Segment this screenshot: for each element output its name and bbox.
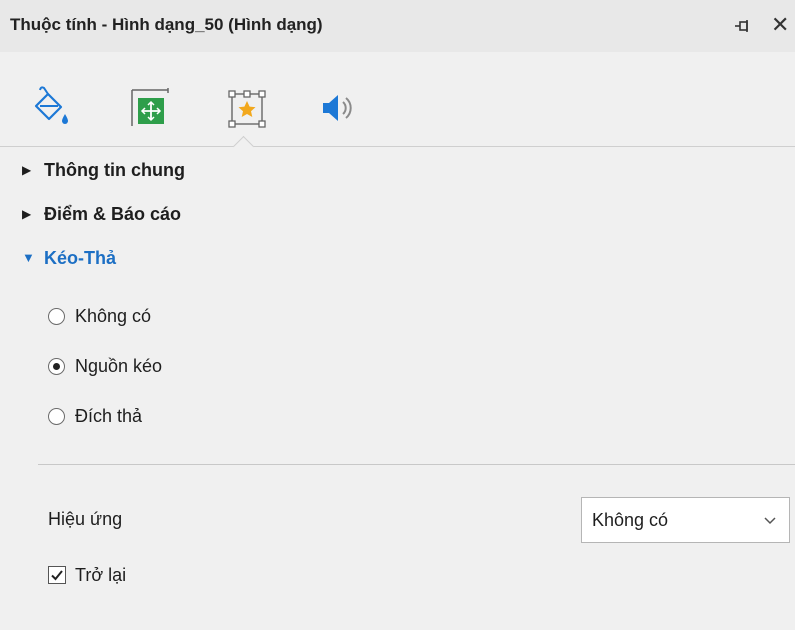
tab-divider bbox=[0, 146, 795, 147]
radio-button[interactable] bbox=[48, 308, 65, 325]
paint-bucket-icon bbox=[34, 86, 68, 124]
tab-fill[interactable] bbox=[28, 84, 76, 132]
section-drag-drop-label: Kéo-Thả bbox=[44, 248, 116, 268]
section-score-label: Điểm & Báo cáo bbox=[44, 204, 182, 224]
radio-button-selected[interactable] bbox=[48, 358, 65, 375]
section-drag-drop[interactable]: ▼ Kéo-Thả bbox=[22, 248, 116, 274]
revert-checkbox-row[interactable]: Trở lại bbox=[48, 565, 126, 586]
section-score[interactable]: ▶ Điểm & Báo cáo bbox=[22, 204, 181, 230]
effect-dropdown-value: Không có bbox=[592, 510, 669, 530]
effect-label: Hiệu ứng bbox=[48, 509, 123, 529]
effect-dropdown[interactable]: Không có bbox=[581, 497, 790, 543]
checkmark-icon bbox=[51, 570, 63, 581]
radio-option-none[interactable]: Không có bbox=[48, 306, 151, 332]
audio-speaker-icon bbox=[323, 95, 352, 121]
panel-title: Thuộc tính - Hình dạng_50 (Hình dạng) bbox=[10, 15, 323, 34]
interaction-star-icon bbox=[228, 90, 266, 128]
caret-right-icon: ▶ bbox=[22, 207, 32, 221]
caret-down-icon: ▼ bbox=[22, 250, 35, 265]
size-position-icon bbox=[131, 88, 169, 126]
revert-checkbox[interactable] bbox=[48, 566, 66, 584]
radio-option-drop-target[interactable]: Đích thả bbox=[48, 406, 142, 432]
section-divider bbox=[38, 464, 795, 465]
radio-button[interactable] bbox=[48, 408, 65, 425]
tab-size-position[interactable] bbox=[126, 84, 174, 132]
radio-option-drag-source[interactable]: Nguồn kéo bbox=[48, 356, 162, 382]
pin-icon[interactable] bbox=[733, 16, 753, 36]
revert-label: Trở lại bbox=[75, 565, 127, 585]
section-general[interactable]: ▶ Thông tin chung bbox=[22, 160, 185, 186]
chevron-down-icon bbox=[764, 517, 776, 525]
panel-title-bar: Thuộc tính - Hình dạng_50 (Hình dạng) ✕ bbox=[0, 0, 795, 52]
tab-audio[interactable] bbox=[318, 84, 366, 132]
caret-right-icon: ▶ bbox=[22, 163, 32, 177]
property-tabs bbox=[0, 52, 795, 148]
radio-label: Nguồn kéo bbox=[75, 356, 163, 376]
section-general-label: Thông tin chung bbox=[44, 160, 185, 180]
tab-interaction[interactable] bbox=[224, 84, 272, 132]
radio-label: Đích thả bbox=[75, 406, 143, 426]
close-icon[interactable]: ✕ bbox=[771, 13, 795, 37]
radio-label: Không có bbox=[75, 306, 152, 326]
